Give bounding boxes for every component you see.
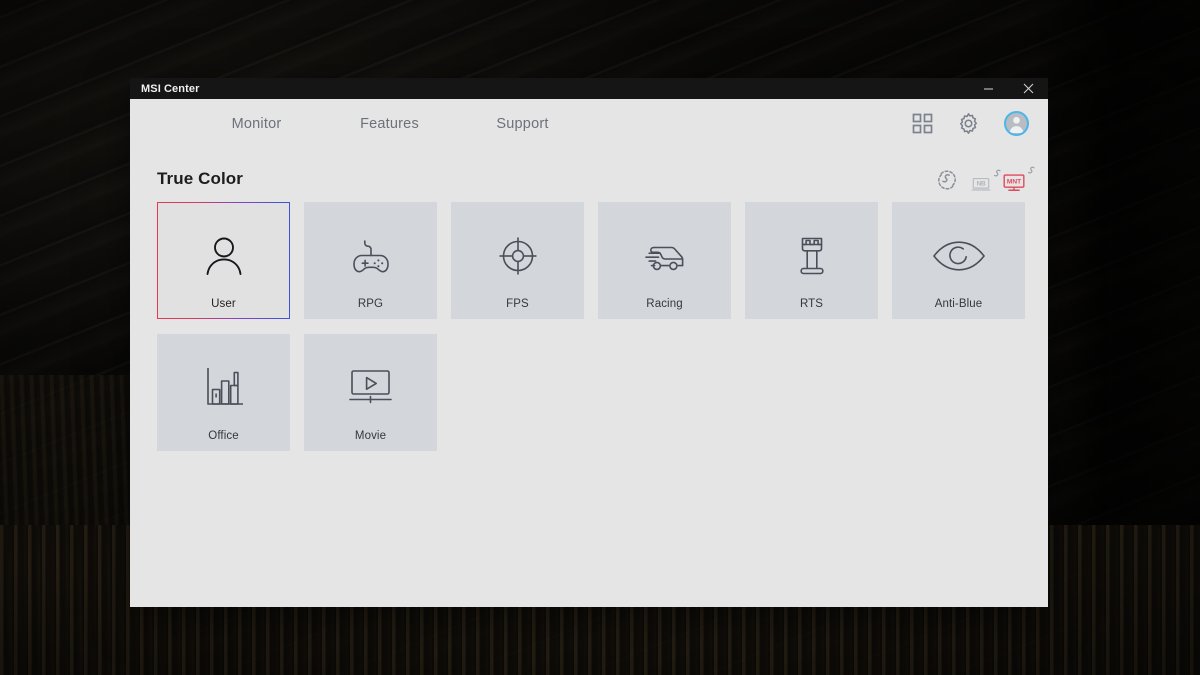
preset-tile-label: RTS (799, 298, 824, 310)
device-indicators: NB MNT (935, 158, 1035, 192)
bar-chart-icon (199, 362, 249, 414)
monitor-chip-label: MNT (1007, 178, 1021, 185)
preset-tile-anti-blue[interactable]: Anti-Blue (892, 202, 1025, 319)
preset-tile-label: Anti-Blue (934, 298, 983, 310)
preset-tile-movie[interactable]: Movie (304, 334, 437, 451)
preset-tile-label: Movie (354, 430, 387, 442)
page-title: True Color (157, 168, 244, 188)
preset-tile-label: Racing (646, 298, 683, 310)
preset-tile-rpg[interactable]: RPG (304, 202, 437, 319)
notebook-chip-label: NB (977, 180, 986, 187)
monitor-device-chip[interactable]: MNT (1003, 166, 1035, 192)
preset-tile-fps[interactable]: FPS (451, 202, 584, 319)
preset-tile-office[interactable]: Office (157, 334, 290, 451)
true-color-preset-grid: User RPG FPS Racing RTS Anti-Blue Office… (157, 202, 1041, 451)
nav-item-features[interactable]: Features (323, 116, 456, 132)
preset-tile-label: Office (208, 430, 239, 442)
monitor-sync-arrow-icon (1027, 166, 1035, 174)
content-header: True Color NB MNT (157, 148, 1048, 202)
notebook-device-chip[interactable]: NB (971, 169, 1001, 192)
preset-tile-rts[interactable]: RTS (745, 202, 878, 319)
chess-rook-icon (790, 230, 834, 282)
window-controls (968, 78, 1048, 99)
minimize-button[interactable] (968, 78, 1008, 99)
main-navigation: Monitor Features Support (130, 99, 1048, 148)
gamepad-icon (345, 230, 397, 282)
preset-tile-label: User (211, 298, 236, 310)
user-icon (200, 230, 248, 282)
crosshair-icon (495, 230, 541, 282)
close-button[interactable] (1008, 78, 1048, 99)
msi-center-window: MSI Center Monitor Features Support True… (130, 78, 1048, 607)
notebook-sync-arrow-icon (993, 169, 1001, 177)
nav-item-monitor[interactable]: Monitor (190, 116, 323, 132)
window-title: MSI Center (141, 82, 200, 95)
content-area: True Color NB MNT User RPG FPS Racing RT… (130, 148, 1048, 451)
preset-tile-racing[interactable]: Racing (598, 202, 731, 319)
car-icon (637, 230, 693, 282)
video-player-icon (343, 362, 399, 414)
nav-actions (912, 111, 1029, 136)
settings-gear-icon[interactable] (957, 112, 980, 135)
user-avatar[interactable] (1004, 111, 1029, 136)
preset-tile-user[interactable]: User (157, 202, 290, 319)
title-bar[interactable]: MSI Center (130, 78, 1048, 99)
apps-grid-icon[interactable] (912, 113, 933, 134)
sync-devices-icon[interactable] (935, 168, 959, 192)
nav-item-support[interactable]: Support (456, 116, 589, 132)
preset-tile-label: RPG (357, 298, 384, 310)
preset-tile-label: FPS (506, 298, 529, 310)
nav-items: Monitor Features Support (130, 116, 589, 132)
eye-icon (930, 230, 988, 282)
